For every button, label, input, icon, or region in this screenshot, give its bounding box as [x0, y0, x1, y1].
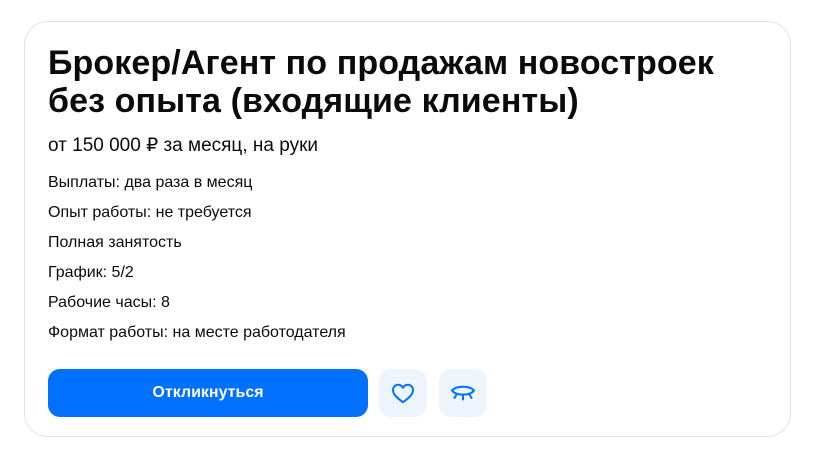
detail-employment: Полная занятость: [48, 234, 182, 251]
add-to-favorites-button[interactable]: [379, 369, 427, 417]
closed-eye-icon: [451, 385, 475, 401]
detail-work-format: Формат работы: на месте работодателя: [48, 324, 346, 341]
detail-working-hours: Рабочие часы: 8: [48, 294, 170, 311]
heart-icon: [392, 383, 414, 404]
vacancy-card: Брокер/Агент по продажам новостроек без …: [24, 21, 791, 437]
vacancy-salary: от 150 000 ₽ за месяц, на руки: [48, 135, 318, 156]
detail-schedule: График: 5/2: [48, 264, 134, 281]
respond-button[interactable]: Откликнуться: [48, 369, 368, 417]
vacancy-details-list: Выплаты: два раза в месяц Опыт работы: н…: [48, 173, 346, 353]
detail-payments: Выплаты: два раза в месяц: [48, 174, 253, 191]
detail-experience: Опыт работы: не требуется: [48, 204, 252, 221]
vacancy-title[interactable]: Брокер/Агент по продажам новостроек без …: [48, 44, 758, 120]
hide-vacancy-button[interactable]: [439, 369, 487, 417]
